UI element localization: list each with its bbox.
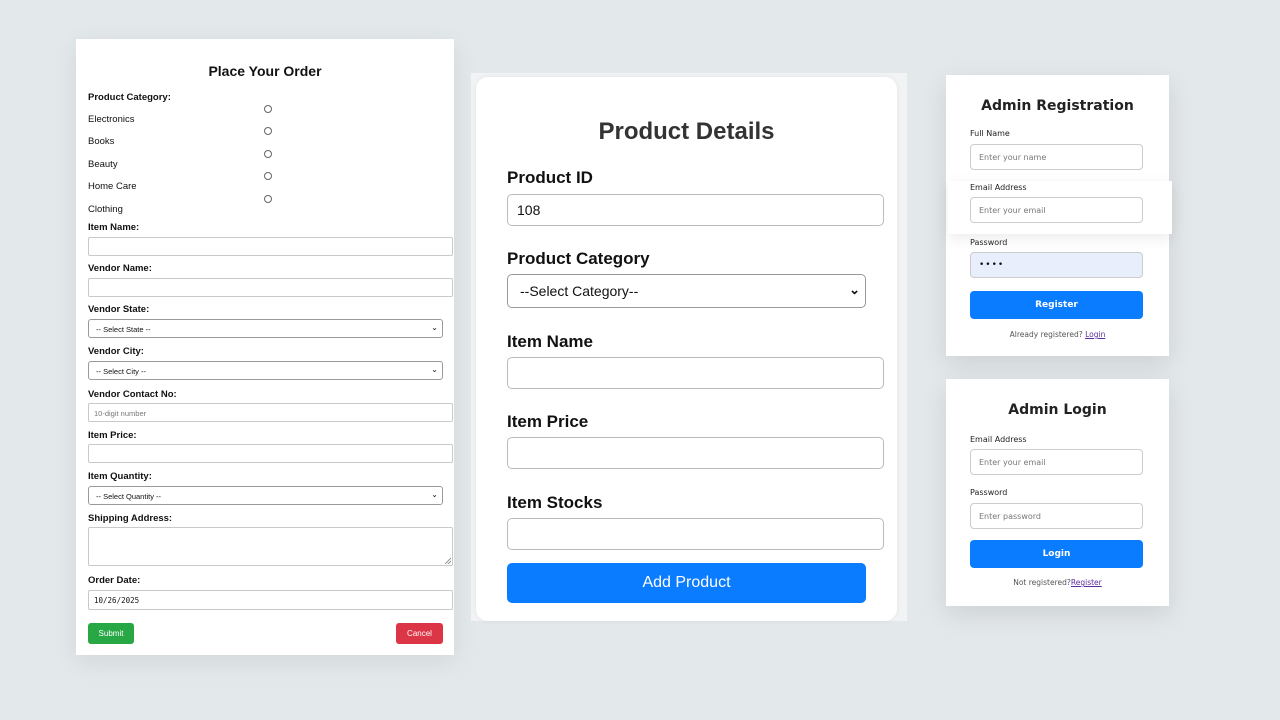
order-form-panel: Place Your Order Product Category: Elect… <box>76 39 454 655</box>
item-stocks-label: Item Stocks <box>507 493 603 512</box>
item-stocks-input[interactable] <box>507 518 884 550</box>
category-option-label: Clothing <box>88 204 123 215</box>
order-date-value: 10/26/2025 <box>94 596 140 605</box>
email-placeholder: Enter your email <box>979 206 1046 215</box>
vendor-contact-input[interactable]: 10-digit number <box>88 403 453 422</box>
category-radio-beauty[interactable] <box>264 150 272 158</box>
item-name-input[interactable] <box>88 237 453 256</box>
submit-button[interactable]: Submit <box>88 623 134 644</box>
registration-footer: Already registered? Login <box>946 330 1169 339</box>
shipping-address-label: Shipping Address: <box>88 513 173 524</box>
vendor-contact-placeholder: 10-digit number <box>94 409 147 418</box>
login-password-label: Password <box>970 488 1008 497</box>
password-input[interactable]: •••• <box>970 252 1143 278</box>
category-option-label: Home Care <box>88 181 137 192</box>
register-link[interactable]: Register <box>1071 578 1102 587</box>
product-category-label: Product Category: <box>88 92 171 103</box>
order-date-label: Order Date: <box>88 575 141 586</box>
chevron-down-icon: ⌄ <box>431 490 438 499</box>
product-id-label: Product ID <box>507 168 593 187</box>
category-radio-electronics[interactable] <box>264 105 272 113</box>
item-price-label: Item Price: <box>88 430 137 441</box>
email-input[interactable]: Enter your email <box>970 197 1143 223</box>
login-email-input[interactable]: Enter your email <box>970 449 1143 475</box>
category-radio-clothing[interactable] <box>264 195 272 203</box>
vendor-name-label: Vendor Name: <box>88 263 152 274</box>
category-option-label: Electronics <box>88 114 135 125</box>
login-link[interactable]: Login <box>1085 330 1105 339</box>
product-id-input[interactable]: 108 <box>507 194 884 226</box>
vendor-state-label: Vendor State: <box>88 304 150 315</box>
email-label: Email Address <box>970 183 1027 192</box>
item-quantity-label: Item Quantity: <box>88 471 152 482</box>
vendor-state-value: -- Select State -- <box>96 325 151 334</box>
login-email-placeholder: Enter your email <box>979 458 1046 467</box>
item-price-input[interactable] <box>88 444 453 463</box>
cancel-button[interactable]: Cancel <box>396 623 443 644</box>
login-footer: Not registered?Register <box>946 578 1169 587</box>
add-product-button[interactable]: Add Product <box>507 563 866 603</box>
vendor-city-label: Vendor City: <box>88 346 144 357</box>
chevron-down-icon: ⌄ <box>849 282 860 297</box>
login-password-placeholder: Enter password <box>979 512 1041 521</box>
item-name-label: Item Name: <box>88 222 140 233</box>
admin-registration-fields: Email Address Enter your email Password … <box>946 75 1169 356</box>
category-option-label: Books <box>88 136 115 147</box>
login-footer-text: Not registered? <box>1013 578 1071 587</box>
vendor-state-select[interactable]: -- Select State -- ⌄ <box>88 319 443 338</box>
item-price-label: Item Price <box>507 412 589 431</box>
category-option-label: Beauty <box>88 159 118 170</box>
category-radio-home-care[interactable] <box>264 172 272 180</box>
login-password-input[interactable]: Enter password <box>970 503 1143 529</box>
order-form-title: Place Your Order <box>208 63 322 79</box>
password-value: •••• <box>979 260 1005 270</box>
vendor-name-input[interactable] <box>88 278 453 297</box>
vendor-city-value: -- Select City -- <box>96 367 147 376</box>
item-quantity-select[interactable]: -- Select Quantity -- ⌄ <box>88 486 443 505</box>
chevron-down-icon: ⌄ <box>431 365 438 374</box>
admin-login-title: Admin Login <box>1008 402 1107 418</box>
resize-grip-icon[interactable] <box>445 558 451 564</box>
product-id-value: 108 <box>517 202 541 218</box>
password-label: Password <box>970 238 1008 247</box>
vendor-city-select[interactable]: -- Select City -- ⌄ <box>88 361 443 380</box>
chevron-down-icon: ⌄ <box>431 323 438 332</box>
login-button[interactable]: Login <box>970 540 1143 568</box>
product-details-title: Product Details <box>598 118 775 145</box>
login-email-label: Email Address <box>970 435 1027 444</box>
product-details-panel: Product Details Product ID 108 Product C… <box>476 77 897 621</box>
registration-footer-text: Already registered? <box>1009 330 1083 339</box>
category-radio-books[interactable] <box>264 127 272 135</box>
product-category-select[interactable]: --Select Category-- ⌄ <box>507 274 866 308</box>
item-quantity-value: -- Select Quantity -- <box>96 492 162 501</box>
product-category-value: --Select Category-- <box>520 283 639 299</box>
product-category-label: Product Category <box>507 249 650 268</box>
order-date-input[interactable]: 10/26/2025 <box>88 590 453 610</box>
shipping-address-textarea[interactable] <box>88 527 453 566</box>
vendor-contact-label: Vendor Contact No: <box>88 389 177 400</box>
item-price-input[interactable] <box>507 437 884 469</box>
item-name-input[interactable] <box>507 357 884 389</box>
register-button[interactable]: Register <box>970 291 1143 319</box>
item-name-label: Item Name <box>507 332 593 351</box>
admin-login-card: Admin Login Email Address Enter your ema… <box>946 379 1169 606</box>
